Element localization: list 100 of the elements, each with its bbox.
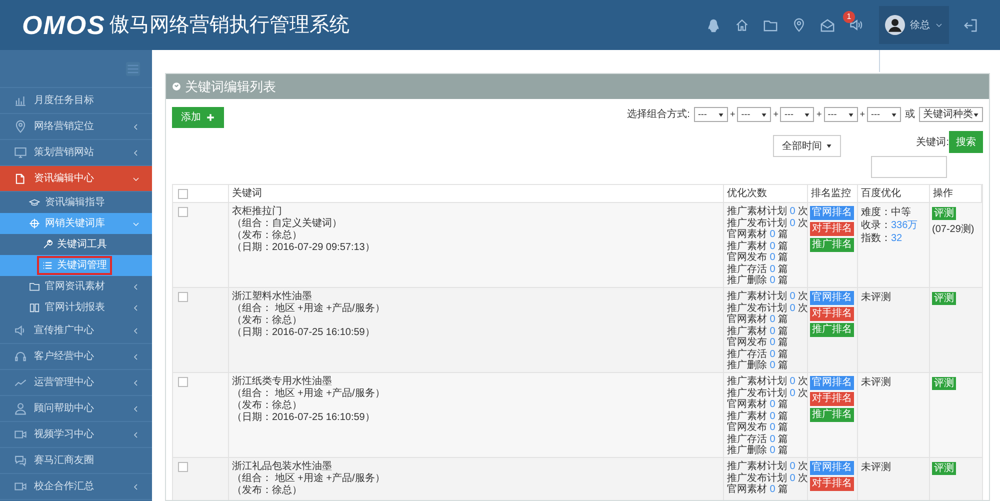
dropdown[interactable]: 关键词种类 bbox=[919, 107, 983, 122]
menu-item-icon bbox=[14, 94, 27, 107]
plus-sign: + bbox=[730, 108, 736, 121]
rank-button[interactable]: 官网排名 bbox=[810, 206, 854, 220]
baidu-stat: 指数：32 bbox=[861, 232, 904, 245]
count-line: 推广删除 0 篇 bbox=[727, 445, 790, 456]
evaluate-button[interactable]: 评测 bbox=[932, 207, 956, 220]
count-line: 官网素材 0 篇 bbox=[727, 314, 790, 326]
logout-icon[interactable] bbox=[963, 18, 978, 32]
search-button[interactable]: 搜索 bbox=[949, 131, 983, 153]
menu-item-icon bbox=[14, 120, 27, 133]
menu-item-icon bbox=[14, 324, 27, 337]
rank-button[interactable]: 官网排名 bbox=[810, 291, 854, 305]
dropdown[interactable]: 全部时间 bbox=[773, 135, 841, 157]
user-menu[interactable]: 徐总 bbox=[879, 6, 949, 44]
menu-item-icon bbox=[14, 350, 27, 363]
count-line: 官网素材 0 篇 bbox=[727, 484, 790, 496]
baidu-stat: 未评测 bbox=[861, 376, 892, 389]
keyword-detail: （日期：2016-07-25 16:10:59） bbox=[232, 327, 376, 339]
dropdown-arrow-icon bbox=[804, 112, 810, 118]
count-line: 推广素材 0 篇 bbox=[727, 240, 790, 252]
add-button[interactable]: 添加 bbox=[172, 107, 224, 128]
column-header: 百度优化 bbox=[861, 186, 901, 201]
submenu-item[interactable]: 资讯编辑指导 bbox=[0, 192, 152, 213]
submenu-icon bbox=[29, 197, 40, 208]
baidu-stat: 收录：336万 bbox=[861, 219, 919, 232]
rank-button[interactable]: 推广排名 bbox=[810, 323, 854, 337]
rank-button[interactable]: 对手排名 bbox=[810, 307, 854, 321]
menu-item-icon bbox=[14, 454, 27, 467]
keyword-detail: （发布：徐总） bbox=[232, 230, 303, 242]
rank-button[interactable]: 官网排名 bbox=[810, 376, 854, 390]
evaluate-button[interactable]: 评测 bbox=[932, 292, 956, 305]
dropdown-arrow-icon bbox=[761, 112, 768, 118]
keyword-detail: （日期：2016-07-29 09:57:13） bbox=[232, 242, 376, 254]
keyword-name: 浙江礼品包装水性油墨 bbox=[232, 461, 333, 472]
count-line: 推广发布计划 0 次 bbox=[727, 218, 807, 228]
dropdown[interactable]: --- bbox=[867, 107, 901, 122]
keyword-detail: （发布：徐总） bbox=[232, 485, 303, 497]
checkbox[interactable] bbox=[178, 207, 188, 217]
speaker-icon[interactable] bbox=[849, 18, 863, 32]
dropdown[interactable]: --- bbox=[780, 107, 814, 122]
mail-icon[interactable] bbox=[820, 18, 835, 32]
checkbox[interactable] bbox=[178, 462, 188, 472]
column-header: 关键词 bbox=[232, 186, 262, 201]
count-line: 推广素材计划 0 次 bbox=[727, 206, 807, 218]
submenu-item[interactable]: 网销关键词库 bbox=[0, 213, 152, 234]
dropdown[interactable]: --- bbox=[824, 107, 858, 122]
count-line: 推广素材计划 0 次 bbox=[727, 291, 807, 302]
rank-button[interactable]: 对手排名 bbox=[810, 392, 854, 406]
keyword-detail: （发布：徐总） bbox=[232, 400, 303, 412]
checkbox[interactable] bbox=[178, 292, 188, 302]
rank-button[interactable]: 官网排名 bbox=[810, 461, 854, 475]
plus-sign: + bbox=[860, 108, 865, 121]
column-header: 优化次数 bbox=[727, 187, 767, 201]
count-line: 推广素材 0 篇 bbox=[727, 326, 790, 336]
baidu-stat: 未评测 bbox=[861, 461, 892, 474]
penguin-icon[interactable] bbox=[706, 18, 721, 32]
submenu-item[interactable]: 关键词管理 bbox=[37, 256, 112, 275]
dropdown[interactable]: --- bbox=[737, 107, 772, 122]
chevron-left-icon bbox=[132, 148, 140, 156]
keyword-detail: （日期：2016-07-25 16:10:59） bbox=[232, 412, 376, 424]
column-header: 排名监控 bbox=[811, 186, 851, 201]
keyword-input[interactable] bbox=[871, 156, 947, 178]
rank-button[interactable]: 对手排名 bbox=[810, 477, 854, 491]
count-line: 官网素材 0 篇 bbox=[727, 399, 790, 410]
chevron-left-icon bbox=[132, 378, 140, 386]
menu-item-icon bbox=[14, 402, 27, 415]
folder-icon[interactable] bbox=[763, 18, 778, 32]
menu-item-icon bbox=[14, 428, 27, 441]
chevron-left-icon bbox=[132, 122, 140, 130]
sidebar-item[interactable]: 资讯编辑中心 bbox=[0, 166, 152, 192]
keyword-detail: （组合： 地区 +用途 +产品/服务） bbox=[232, 388, 386, 400]
menu-item-icon bbox=[14, 146, 27, 159]
count-line: 推广素材 0 篇 bbox=[727, 410, 790, 422]
dropdown-arrow-icon bbox=[718, 112, 724, 118]
rank-button[interactable]: 推广排名 bbox=[810, 238, 854, 252]
notification-badge: 1 bbox=[843, 11, 855, 23]
submenu-item[interactable]: 官网资讯素材 bbox=[0, 276, 152, 297]
count-line: 推广素材计划 0 次 bbox=[727, 461, 807, 472]
evaluate-button[interactable]: 评测 bbox=[932, 377, 956, 390]
keyword-detail: （组合： 地区 +用途 +产品/服务） bbox=[232, 473, 386, 484]
chevron-left-icon bbox=[132, 430, 140, 438]
user-name: 徐总 bbox=[910, 18, 930, 32]
rank-button[interactable]: 推广排名 bbox=[810, 408, 854, 422]
keyword-detail: （组合： 地区 +用途 +产品/服务） bbox=[232, 303, 386, 314]
count-line: 推广存活 0 篇 bbox=[727, 348, 790, 360]
location-icon[interactable] bbox=[792, 18, 806, 32]
evaluate-button[interactable]: 评测 bbox=[932, 462, 956, 475]
submenu-item[interactable]: 关键词工具 bbox=[37, 235, 112, 254]
plus-icon bbox=[206, 113, 215, 122]
chevron-left-icon bbox=[132, 404, 140, 412]
chevron-left-icon bbox=[132, 352, 140, 360]
keyword-label: 关键词: bbox=[916, 136, 949, 150]
rank-button[interactable]: 对手排名 bbox=[810, 222, 854, 236]
checkbox[interactable] bbox=[178, 377, 188, 387]
home-icon[interactable] bbox=[735, 18, 749, 32]
count-line: 推广删除 0 篇 bbox=[727, 360, 790, 372]
checkbox[interactable] bbox=[178, 188, 188, 198]
dropdown[interactable]: --- bbox=[694, 107, 728, 122]
submenu-item[interactable]: 官网计划报表 bbox=[0, 297, 152, 318]
